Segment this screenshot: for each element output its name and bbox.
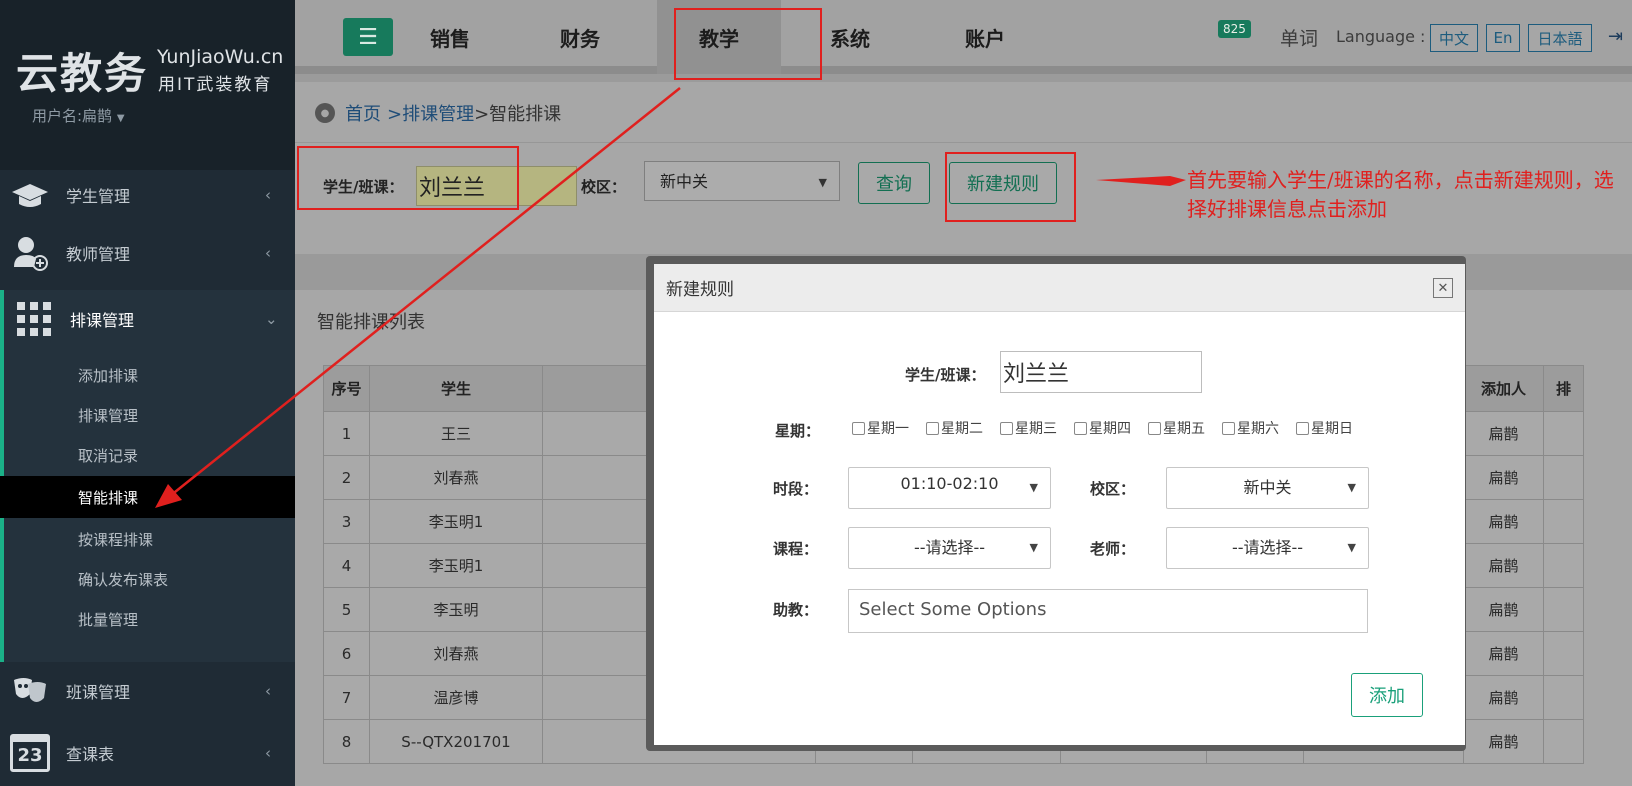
modal-student-input[interactable]: 刘兰兰 [1000,351,1202,393]
weekday-saturday-checkbox[interactable]: 星期六 [1222,418,1279,438]
modal-teacher-label: 老师： [1090,540,1136,558]
weekday-monday-checkbox[interactable]: 星期一 [852,418,909,438]
caret-down-icon: ▼ [1029,481,1038,494]
modal-header: 新建规则 ✕ [654,264,1465,312]
weekday-sunday-checkbox[interactable]: 星期日 [1296,418,1353,438]
modal-course-label: 课程： [773,540,819,558]
caret-down-icon: ▼ [1347,541,1356,554]
caret-down-icon: ▼ [1029,541,1038,554]
modal-title: 新建规则 [666,280,734,300]
checkbox-icon [1296,421,1309,435]
weekday-wednesday-checkbox[interactable]: 星期三 [1000,418,1057,438]
checkbox-icon [1222,421,1235,435]
caret-down-icon: ▼ [1347,481,1356,494]
modal-assistant-multiselect[interactable]: Select Some Options [848,589,1368,633]
modal-course-select[interactable]: --请选择-- ▼ [848,527,1051,569]
checkbox-icon [1074,421,1087,435]
modal-student-label: 学生/班课： [905,366,986,384]
checkbox-icon [926,421,939,435]
modal-time-select[interactable]: 01:10-02:10 ▼ [848,467,1051,509]
weekday-thursday-checkbox[interactable]: 星期四 [1074,418,1131,438]
checkbox-icon [1148,421,1161,435]
weekday-tuesday-checkbox[interactable]: 星期二 [926,418,983,438]
modal-weekday-label: 星期： [775,422,821,440]
modal-time-label: 时段： [773,480,819,498]
modal-campus-select[interactable]: 新中关 ▼ [1166,467,1369,509]
checkbox-icon [1000,421,1013,435]
weekday-friday-checkbox[interactable]: 星期五 [1148,418,1205,438]
close-icon[interactable]: ✕ [1433,278,1453,298]
modal-assistant-label: 助教： [773,601,819,619]
modal-campus-label: 校区： [1090,480,1136,498]
checkbox-icon [852,421,865,435]
modal-add-button[interactable]: 添加 [1351,673,1423,717]
modal-teacher-select[interactable]: --请选择-- ▼ [1166,527,1369,569]
